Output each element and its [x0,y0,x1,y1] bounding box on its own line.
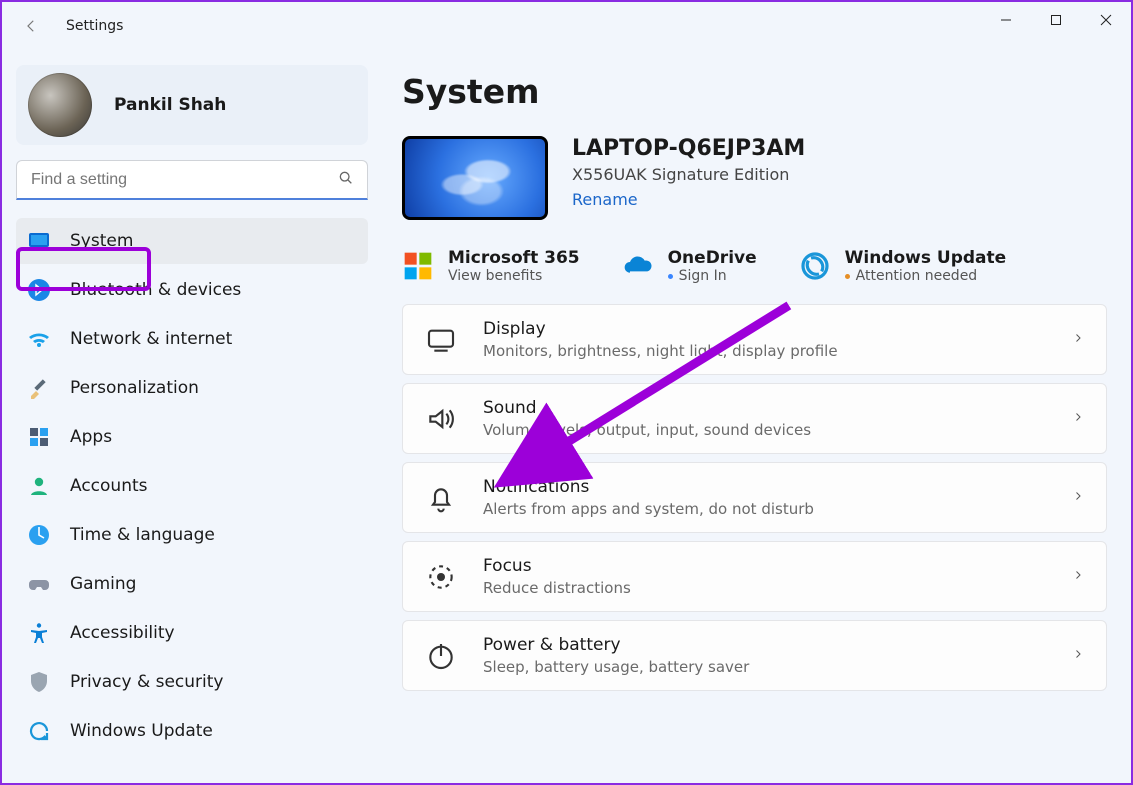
card-desc: Alerts from apps and system, do not dist… [483,500,1046,518]
nav-label: Personalization [70,378,199,398]
card-title: Display [483,319,1046,339]
close-button[interactable] [1081,2,1131,38]
card-notifications[interactable]: Notifications Alerts from apps and system… [402,462,1107,533]
nav-item-personalization[interactable]: Personalization [16,365,368,411]
nav-item-time-language[interactable]: Time & language [16,512,368,558]
chevron-right-icon [1072,646,1084,665]
titlebar: Settings [2,2,1131,50]
maximize-button[interactable] [1031,2,1081,38]
paintbrush-icon [26,375,52,401]
status-dot [845,274,850,279]
nav-item-privacy-security[interactable]: Privacy & security [16,659,368,705]
nav-item-network[interactable]: Network & internet [16,316,368,362]
status-dot [668,274,673,279]
user-name: Pankil Shah [114,95,226,115]
page-title: System [402,72,1107,111]
window-controls [981,2,1131,38]
focus-icon [425,561,457,593]
service-title: OneDrive [668,248,757,268]
chevron-right-icon [1072,409,1084,428]
service-windows-update[interactable]: Windows Update Attention needed [799,248,1007,284]
rename-link[interactable]: Rename [572,190,805,209]
card-title: Focus [483,556,1046,576]
display-icon [425,324,457,356]
nav-label: Apps [70,427,112,447]
service-onedrive[interactable]: OneDrive Sign In [622,248,757,284]
service-title: Microsoft 365 [448,248,580,268]
clock-globe-icon [26,522,52,548]
window-title: Settings [66,18,123,34]
card-title: Power & battery [483,635,1046,655]
nav-label: Privacy & security [70,672,224,692]
power-icon [425,640,457,672]
device-name: LAPTOP-Q6EJP3AM [572,136,805,161]
system-icon [26,228,52,254]
accessibility-icon [26,620,52,646]
nav-item-apps[interactable]: Apps [16,414,368,460]
bell-icon [425,482,457,514]
nav-label: Bluetooth & devices [70,280,241,300]
onedrive-icon [622,250,654,282]
nav-label: Windows Update [70,721,213,741]
card-desc: Monitors, brightness, night light, displ… [483,342,1046,360]
chevron-right-icon [1072,330,1084,349]
service-subtitle: Attention needed [845,268,1007,284]
nav-list: System Bluetooth & devices Network & int… [16,218,368,754]
card-desc: Sleep, battery usage, battery saver [483,658,1046,676]
nav-label: Time & language [70,525,215,545]
device-model: X556UAK Signature Edition [572,165,805,184]
search-icon [338,170,354,190]
nav-item-gaming[interactable]: Gaming [16,561,368,607]
service-subtitle: View benefits [448,268,580,284]
nav-label: Gaming [70,574,136,594]
device-row: LAPTOP-Q6EJP3AM X556UAK Signature Editio… [402,136,1107,220]
nav-label: Accessibility [70,623,175,643]
nav-label: Accounts [70,476,148,496]
main: System LAPTOP-Q6EJP3AM X556UAK Signature… [382,57,1131,783]
windows-update-icon [799,250,831,282]
back-button[interactable] [16,11,46,41]
sidebar: Pankil Shah System Bluetooth & devices N… [2,57,382,783]
minimize-button[interactable] [981,2,1031,38]
card-desc: Reduce distractions [483,579,1046,597]
nav-label: System [70,231,133,251]
update-icon [26,718,52,744]
card-focus[interactable]: Focus Reduce distractions [402,541,1107,612]
nav-item-system[interactable]: System [16,218,368,264]
card-desc: Volume levels, output, input, sound devi… [483,421,1046,439]
microsoft-365-icon [402,250,434,282]
chevron-right-icon [1072,488,1084,507]
gamepad-icon [26,571,52,597]
search-input[interactable] [16,160,368,200]
service-microsoft-365[interactable]: Microsoft 365 View benefits [402,248,580,284]
apps-icon [26,424,52,450]
person-icon [26,473,52,499]
bluetooth-icon [26,277,52,303]
nav-item-accounts[interactable]: Accounts [16,463,368,509]
card-power-battery[interactable]: Power & battery Sleep, battery usage, bat… [402,620,1107,691]
nav-item-windows-update[interactable]: Windows Update [16,708,368,754]
service-title: Windows Update [845,248,1007,268]
shield-icon [26,669,52,695]
device-thumbnail [402,136,548,220]
card-title: Sound [483,398,1046,418]
card-sound[interactable]: Sound Volume levels, output, input, sound… [402,383,1107,454]
service-subtitle: Sign In [668,268,757,284]
user-card[interactable]: Pankil Shah [16,65,368,145]
card-display[interactable]: Display Monitors, brightness, night light… [402,304,1107,375]
avatar [28,73,92,137]
nav-label: Network & internet [70,329,232,349]
nav-item-accessibility[interactable]: Accessibility [16,610,368,656]
wifi-icon [26,326,52,352]
chevron-right-icon [1072,567,1084,586]
sound-icon [425,403,457,435]
card-title: Notifications [483,477,1046,497]
nav-item-bluetooth[interactable]: Bluetooth & devices [16,267,368,313]
